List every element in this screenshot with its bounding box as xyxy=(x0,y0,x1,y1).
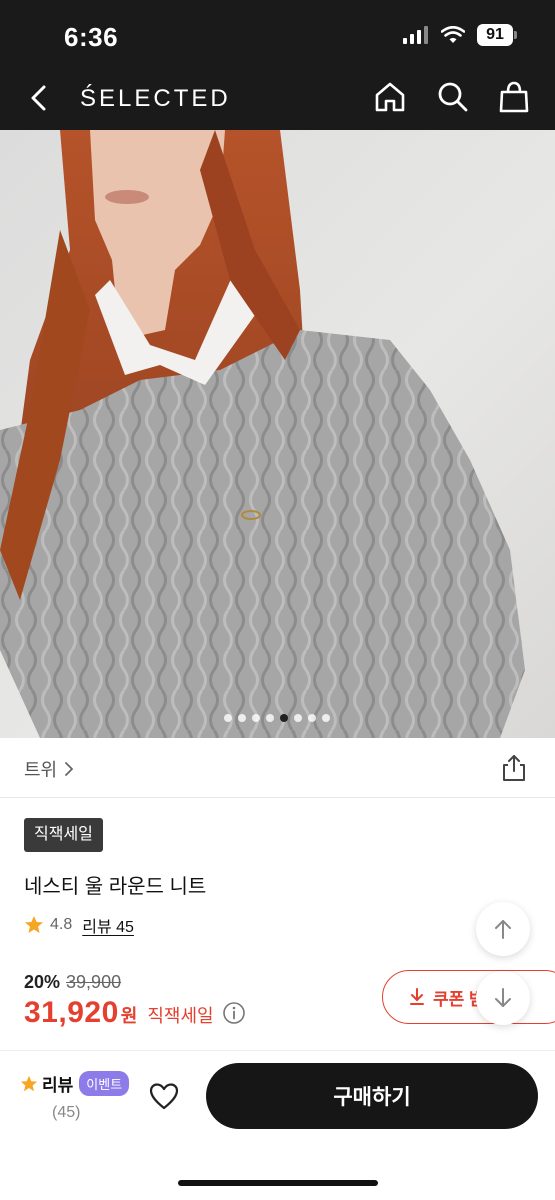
brand-link[interactable]: 트위 xyxy=(24,756,75,782)
sale-badge: 직잭세일 xyxy=(24,818,103,852)
gallery-pagination xyxy=(224,714,330,722)
header-nav: ŚELECTED xyxy=(0,68,555,130)
heart-icon[interactable] xyxy=(148,1081,180,1111)
share-icon[interactable] xyxy=(501,754,527,782)
review-header: 리뷰 이벤트 xyxy=(20,1071,130,1096)
status-icons: 91 xyxy=(403,24,517,46)
battery-tip xyxy=(514,31,517,39)
pagination-dot[interactable] xyxy=(238,714,246,722)
review-label: 리뷰 xyxy=(42,1076,74,1095)
pagination-dot[interactable] xyxy=(266,714,274,722)
top-bar: 6:36 91 ŚELECTED xyxy=(0,0,555,130)
home-indicator xyxy=(178,1180,378,1186)
pagination-dot[interactable] xyxy=(322,714,330,722)
signal-icon xyxy=(403,26,428,44)
arrow-down-icon xyxy=(495,988,511,1007)
scroll-down-button[interactable] xyxy=(476,971,530,1025)
search-icon[interactable] xyxy=(436,80,470,114)
shopping-bag-icon[interactable] xyxy=(497,80,531,114)
currency-unit: 원 xyxy=(120,1006,138,1026)
review-summary[interactable]: 리뷰 이벤트 (45) xyxy=(20,1071,130,1122)
rating-row: 4.8 리뷰 45 xyxy=(24,913,134,937)
brand-logo[interactable]: ŚELECTED xyxy=(80,85,231,113)
download-icon xyxy=(410,988,424,1005)
price-row: 31,920 원 직잭세일 xyxy=(24,996,246,1030)
star-icon xyxy=(20,1075,38,1091)
chevron-right-icon xyxy=(65,762,74,776)
pagination-dot-active[interactable] xyxy=(280,714,288,722)
sale-type-label: 직잭세일 xyxy=(147,1006,214,1026)
sale-price: 31,920 xyxy=(24,996,119,1029)
bottom-action-bar: 리뷰 이벤트 (45) 구매하기 xyxy=(0,1050,555,1200)
arrow-up-icon xyxy=(495,920,511,939)
product-image[interactable] xyxy=(0,130,555,738)
brand-name: 트위 xyxy=(24,760,58,780)
discount-row: 20% 39,900 xyxy=(24,972,121,993)
event-badge: 이벤트 xyxy=(79,1071,130,1096)
pagination-dot[interactable] xyxy=(252,714,260,722)
product-title: 네스티 울 라운드 니트 xyxy=(24,876,207,898)
original-price: 39,900 xyxy=(66,972,122,992)
back-arrow-icon[interactable] xyxy=(24,82,56,114)
star-icon xyxy=(25,916,43,933)
status-time: 6:36 xyxy=(64,22,119,52)
product-photo xyxy=(0,130,525,738)
review-count: (45) xyxy=(52,1104,81,1121)
home-icon[interactable] xyxy=(373,80,407,114)
buy-button[interactable]: 구매하기 xyxy=(206,1063,538,1129)
scroll-up-button[interactable] xyxy=(476,902,530,956)
brand-row: 트위 xyxy=(0,738,555,798)
battery-indicator: 91 xyxy=(477,24,517,46)
pagination-dot[interactable] xyxy=(294,714,302,722)
discount-percent: 20% xyxy=(24,972,61,992)
rating-value: 4.8 xyxy=(50,916,73,933)
info-icon[interactable] xyxy=(222,1001,246,1025)
pagination-dot[interactable] xyxy=(308,714,316,722)
battery-level: 91 xyxy=(477,24,513,46)
pagination-dot[interactable] xyxy=(224,714,232,722)
wifi-icon xyxy=(441,26,465,43)
review-link[interactable]: 리뷰 45 xyxy=(82,913,134,937)
